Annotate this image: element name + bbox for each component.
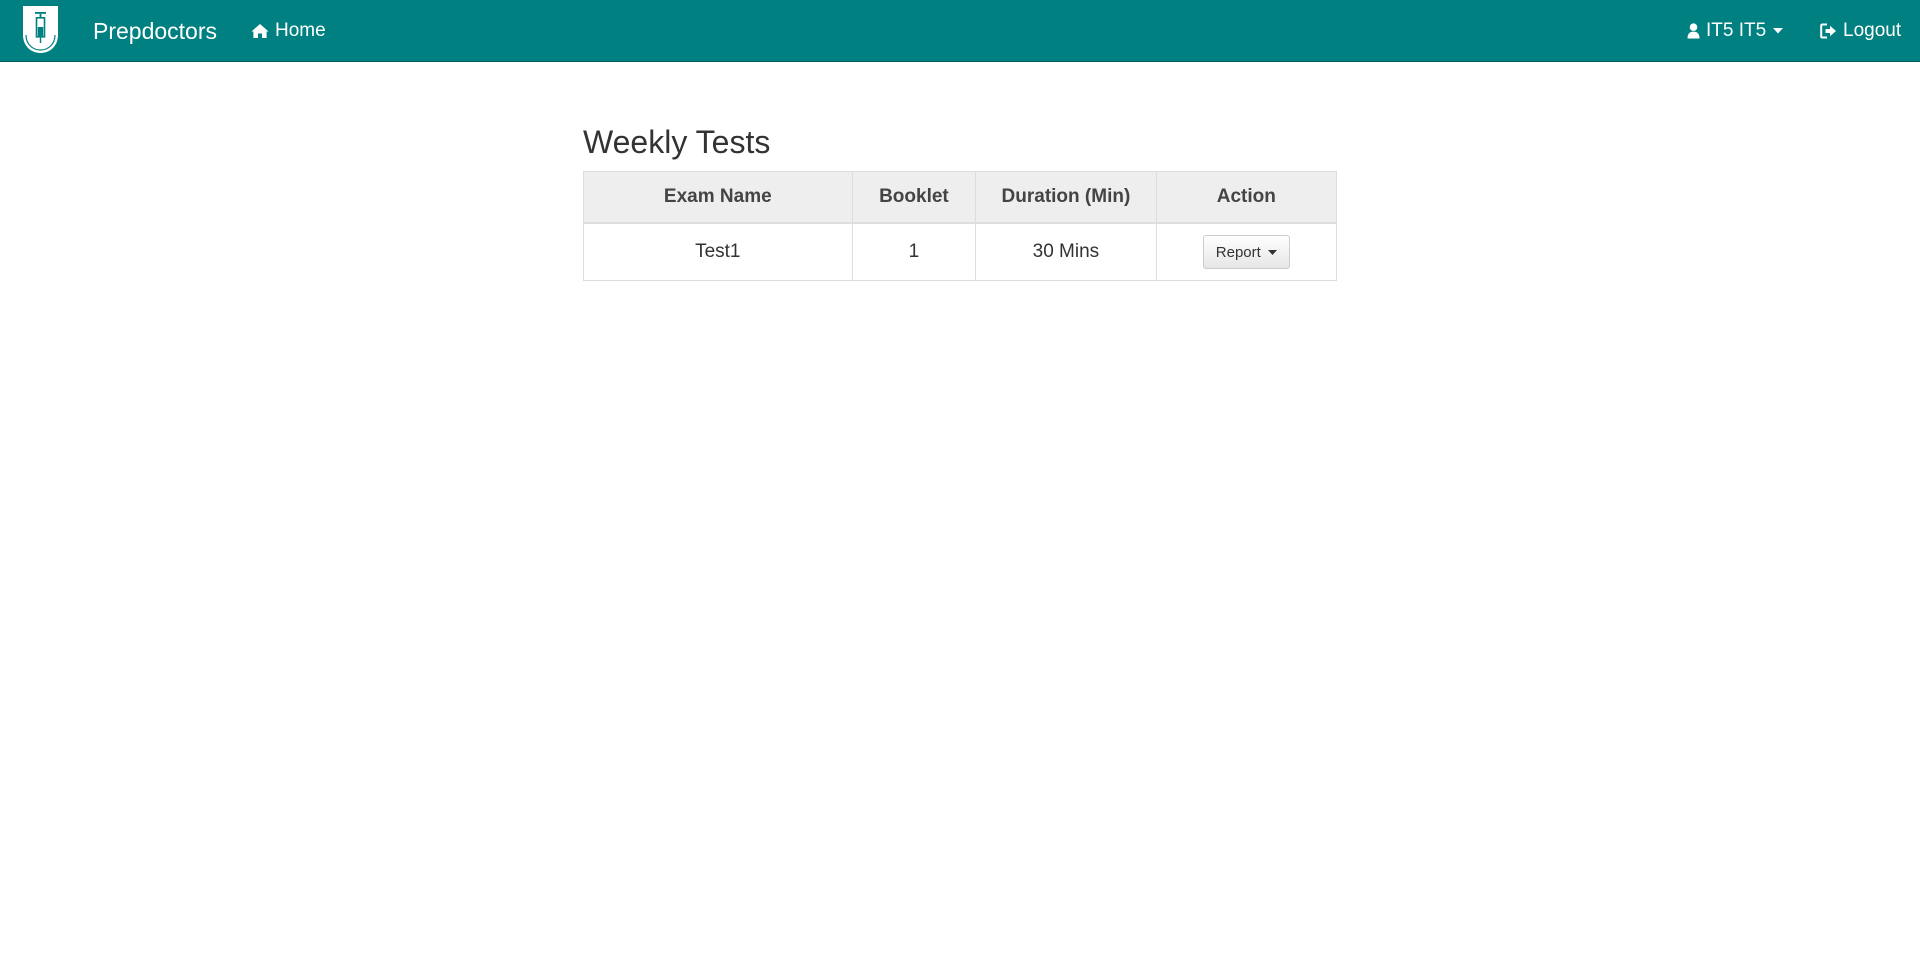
report-button-label: Report xyxy=(1215,243,1261,261)
user-menu-label: IT5 IT5 xyxy=(1706,20,1767,41)
nav-home-link[interactable]: Home xyxy=(251,0,326,62)
brand-link[interactable]: Prepdoctors xyxy=(93,0,217,62)
user-icon xyxy=(1687,23,1700,39)
logo[interactable] xyxy=(22,5,59,54)
column-header-action: Action xyxy=(1155,171,1338,224)
logout-label: Logout xyxy=(1843,20,1902,41)
column-header-exam-name: Exam Name xyxy=(583,171,853,224)
column-header-booklet: Booklet xyxy=(851,171,977,224)
booklet-cell: 1 xyxy=(851,222,977,281)
top-navbar: Prepdoctors Home IT5 IT5 Logout xyxy=(0,0,1920,62)
column-header-duration: Duration (Min) xyxy=(975,171,1157,224)
syringe-shield-logo-icon xyxy=(23,6,58,53)
home-icon xyxy=(251,23,269,39)
action-cell: Report xyxy=(1155,222,1338,281)
sign-out-icon xyxy=(1820,23,1837,39)
caret-down-icon xyxy=(1267,249,1277,255)
page-title: Weekly Tests xyxy=(583,124,771,160)
chevron-down-icon xyxy=(1773,28,1784,34)
logout-link[interactable]: Logout xyxy=(1820,0,1901,62)
nav-home-label: Home xyxy=(275,20,326,41)
weekly-tests-table: Exam Name Booklet Duration (Min) Action … xyxy=(583,171,1338,281)
duration-cell: 30 Mins xyxy=(975,222,1157,281)
report-dropdown-button[interactable]: Report xyxy=(1202,235,1290,269)
user-menu-dropdown[interactable]: IT5 IT5 xyxy=(1687,0,1784,62)
table-row: Test1 1 30 Mins Report xyxy=(583,222,1338,281)
table-header-row: Exam Name Booklet Duration (Min) Action xyxy=(583,171,1338,224)
exam-name-cell: Test1 xyxy=(583,222,853,281)
